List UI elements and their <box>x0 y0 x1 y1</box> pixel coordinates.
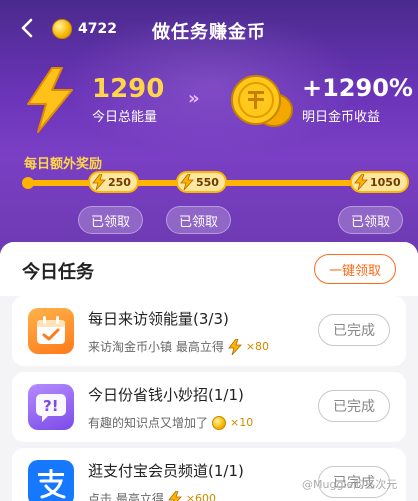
task-reward: ×10 <box>230 416 254 429</box>
coin-icon <box>212 415 227 430</box>
task-title: 每日来访领能量(3/3) <box>88 310 229 328</box>
svg-text:?!: ?! <box>43 397 59 415</box>
task-item: 逛支付宝会员频道(1/1) 点击 最高立得 ×600 已完成 <box>12 448 406 501</box>
top-bar: 4722 做任务赚金币 <box>0 0 418 58</box>
tasks-title: 今日任务 <box>22 262 94 283</box>
bolt-icon <box>92 174 106 190</box>
task-subtitle: 来访淘金币小镇 最高立得 ×80 <box>88 338 269 355</box>
claim-all-button[interactable]: 一键领取 <box>314 254 396 284</box>
claimed-button-250[interactable]: 已领取 <box>78 206 144 234</box>
tips-question-icon: ?! <box>28 384 74 430</box>
bonus-title: 每日额外奖励 <box>24 157 103 172</box>
rate-label: 明日金币收益 <box>302 110 381 125</box>
task-reward: ×600 <box>185 492 217 501</box>
energy-value: 1290 <box>92 74 165 104</box>
task-subtitle-text: 来访淘金币小镇 最高立得 <box>88 340 224 354</box>
tasks-header: 今日任务 一键领取 <box>0 242 418 296</box>
progress-start-dot <box>22 177 34 189</box>
bolt-icon <box>228 338 242 355</box>
bolt-icon <box>354 174 368 190</box>
rate-value: +1290% <box>302 74 413 102</box>
hero-banner: 4722 做任务赚金币 1290 今日总能量 » +1290% 明日金币收益 每… <box>0 0 418 262</box>
task-subtitle-text: 点击 最高立得 <box>88 492 164 501</box>
bolt-icon <box>180 174 194 190</box>
task-subtitle: 有趣的知识点又增加了 ×10 <box>88 414 253 431</box>
task-done-button[interactable]: 已完成 <box>318 314 390 346</box>
task-title: 今日份省钱小妙招(1/1) <box>88 386 244 404</box>
bolt-icon <box>168 490 182 501</box>
task-item: ?! 今日份省钱小妙招(1/1) 有趣的知识点又增加了 ×10 已完成 <box>12 372 406 442</box>
task-title: 逛支付宝会员频道(1/1) <box>88 462 244 480</box>
milestone-550: 550 <box>176 171 227 193</box>
claimed-button-550[interactable]: 已领取 <box>166 206 232 234</box>
task-reward: ×80 <box>245 340 270 353</box>
task-done-button[interactable]: 已完成 <box>318 390 390 422</box>
milestone-value: 550 <box>196 175 219 189</box>
milestone-value: 250 <box>108 175 131 189</box>
milestone-250: 250 <box>88 171 139 193</box>
page-title: 做任务赚金币 <box>152 22 266 43</box>
milestone-1050: 1050 <box>350 171 409 193</box>
calendar-icon <box>28 308 74 354</box>
tasks-panel: 今日任务 一键领取 每日来访领能量(3/3) 来访淘金币小镇 最高立得 ×80 … <box>0 242 418 501</box>
energy-label: 今日总能量 <box>92 110 158 125</box>
claimed-button-1050[interactable]: 已领取 <box>338 206 404 234</box>
milestone-value: 1050 <box>370 175 401 189</box>
task-item: 每日来访领能量(3/3) 来访淘金币小镇 最高立得 ×80 已完成 <box>12 296 406 366</box>
task-subtitle: 点击 最高立得 ×600 <box>88 490 216 501</box>
alipay-icon <box>28 460 74 501</box>
task-subtitle-text: 有趣的知识点又增加了 <box>88 416 209 430</box>
watermark: @Muggle的三次元 <box>302 478 398 491</box>
lightning-icon <box>27 67 73 133</box>
double-chevron-icon: » <box>188 88 199 109</box>
gold-coins-icon <box>231 75 293 127</box>
